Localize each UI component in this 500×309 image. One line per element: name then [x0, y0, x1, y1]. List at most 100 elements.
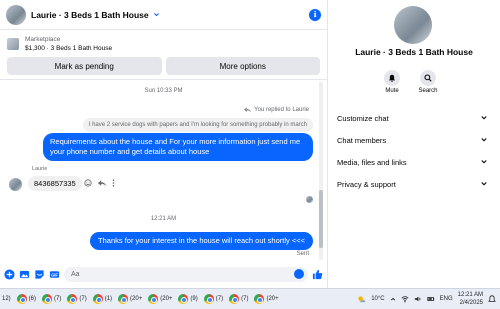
avatar[interactable] [394, 6, 432, 44]
taskbar-window-label: 12) [2, 296, 11, 302]
section-media-files-links[interactable]: Media, files and links [337, 155, 488, 169]
more-options-button[interactable]: More options [165, 57, 320, 75]
info-glyph: ℹ [313, 10, 317, 19]
taskbar-window[interactable]: (7) [229, 294, 248, 304]
system-tray: 10°C ENG 12:21 AM 2/4/2025 [357, 291, 496, 307]
taskbar-window-label: (6) [28, 296, 37, 302]
conversation-title[interactable]: Laurie · 3 Beds 1 Bath House [31, 10, 149, 20]
message-list: Sun 10:33 PM You replied to Laurie I hav… [0, 82, 327, 262]
search-icon [424, 74, 432, 82]
section-label: Media, files and links [337, 157, 407, 167]
chevron-down-icon[interactable] [153, 11, 160, 18]
react-icon[interactable] [84, 179, 92, 187]
notification-icon[interactable] [488, 295, 496, 303]
marketplace-listing: Marketplace $1,300 · 3 Beds 1 Bath House… [0, 30, 327, 80]
section-label: Chat members [337, 135, 387, 145]
quoted-message[interactable]: I have 2 service dogs with papers and I'… [82, 118, 313, 132]
message-status: Sent [296, 251, 309, 257]
chevron-down-icon [481, 182, 487, 186]
taskbar-window-label: (7) [215, 296, 224, 302]
clock[interactable]: 12:21 AM 2/4/2025 [458, 291, 483, 307]
language-indicator[interactable]: ENG [440, 296, 453, 302]
chat-panel: Laurie · 3 Beds 1 Bath House ℹ Marketpla… [0, 0, 327, 288]
avatar[interactable] [6, 4, 26, 25]
taskbar-window-label: (9) [190, 296, 198, 302]
taskbar-window[interactable]: (20+ [148, 294, 172, 304]
taskbar-window[interactable]: (20+ [254, 294, 279, 304]
wifi-icon[interactable] [401, 295, 409, 303]
outgoing-message[interactable]: Requirements about the house and For you… [43, 133, 313, 161]
emoji-icon[interactable] [294, 268, 304, 279]
section-customize-chat[interactable]: Customize chat [337, 111, 488, 125]
like-icon[interactable] [312, 269, 323, 280]
chat-info-sidebar: Laurie · 3 Beds 1 Bath House Mute Search… [327, 0, 500, 288]
timestamp: 12:21 AM [150, 216, 177, 222]
info-icon[interactable]: ℹ [309, 8, 321, 21]
taskbar-window[interactable]: (6) [16, 294, 37, 304]
chrome-icon [254, 294, 265, 304]
composer: GIF Aa [0, 263, 327, 285]
volume-icon[interactable] [414, 295, 422, 303]
timestamp: Sun 10:33 PM [144, 88, 183, 94]
weather-icon[interactable] [357, 295, 366, 304]
mute-label: Mute [385, 88, 399, 94]
search-label: Search [418, 88, 438, 94]
reply-icon[interactable] [98, 179, 106, 187]
chrome-icon [203, 294, 214, 304]
svg-text:GIF: GIF [51, 272, 58, 277]
seen-avatar [306, 196, 313, 203]
weather-temp[interactable]: 10°C [371, 296, 384, 302]
section-label: Privacy & support [337, 179, 396, 189]
taskbar-window[interactable]: 12) [2, 296, 11, 302]
chrome-icon [229, 294, 240, 304]
chevron-up-icon[interactable] [390, 296, 396, 302]
taskbar-window[interactable]: (7) [67, 294, 87, 304]
scrollbar-thumb[interactable] [319, 190, 323, 248]
avatar[interactable] [9, 178, 22, 191]
plus-icon[interactable] [4, 268, 15, 280]
taskbar-window-label: (1) [104, 296, 113, 302]
more-icon[interactable] [112, 179, 115, 187]
mute-button[interactable]: Mute [372, 70, 412, 94]
gif-icon[interactable]: GIF [49, 269, 60, 280]
section-privacy-support[interactable]: Privacy & support [337, 177, 488, 191]
bell-icon [388, 74, 396, 82]
taskbar-window-label: (7) [54, 296, 62, 302]
listing-title[interactable]: $1,300 · 3 Beds 1 Bath House [25, 44, 112, 53]
sidebar-title: Laurie · 3 Beds 1 Bath House [355, 47, 473, 57]
taskbar-window-label: (7) [241, 296, 249, 302]
message-actions [84, 179, 115, 187]
listing-thumbnail[interactable] [7, 38, 19, 50]
taskbar-window[interactable]: (1) [92, 294, 113, 304]
clock-date: 2/4/2025 [459, 300, 483, 306]
chevron-down-icon [481, 116, 487, 120]
image-icon[interactable] [19, 269, 30, 280]
clock-time: 12:21 AM [457, 292, 483, 298]
section-label: Customize chat [337, 113, 389, 123]
taskbar-window[interactable]: (7) [42, 294, 61, 304]
listing-source: Marketplace [25, 36, 61, 43]
incoming-message[interactable]: 8436857335 [28, 176, 82, 191]
taskbar-window[interactable]: (7) [203, 294, 224, 304]
message-input-placeholder: Aa [71, 270, 80, 278]
chrome-icon [67, 294, 78, 304]
sender-name: Laurie [32, 166, 48, 172]
taskbar-window-label: (20+ [130, 296, 143, 302]
taskbar-window-label: (7) [79, 296, 87, 302]
battery-icon[interactable] [427, 295, 435, 303]
reply-label: You replied to Laurie [254, 107, 309, 113]
message-input[interactable]: Aa [64, 266, 308, 282]
taskbar-window-label: (20+ [160, 296, 173, 302]
outgoing-message[interactable]: Thanks for your interest in the house wi… [90, 232, 313, 250]
chrome-icon [118, 294, 129, 304]
taskbar-window[interactable]: (20+ [118, 294, 142, 304]
mark-as-pending-button[interactable]: Mark as pending [7, 57, 162, 75]
section-chat-members[interactable]: Chat members [337, 133, 488, 147]
taskbar-window[interactable]: (9) [178, 294, 198, 304]
chrome-icon [148, 294, 159, 304]
sticker-icon[interactable] [34, 269, 45, 280]
chevron-down-icon [481, 160, 487, 164]
search-button[interactable]: Search [408, 70, 448, 94]
chrome-icon [92, 294, 103, 304]
chrome-icon [178, 294, 189, 304]
